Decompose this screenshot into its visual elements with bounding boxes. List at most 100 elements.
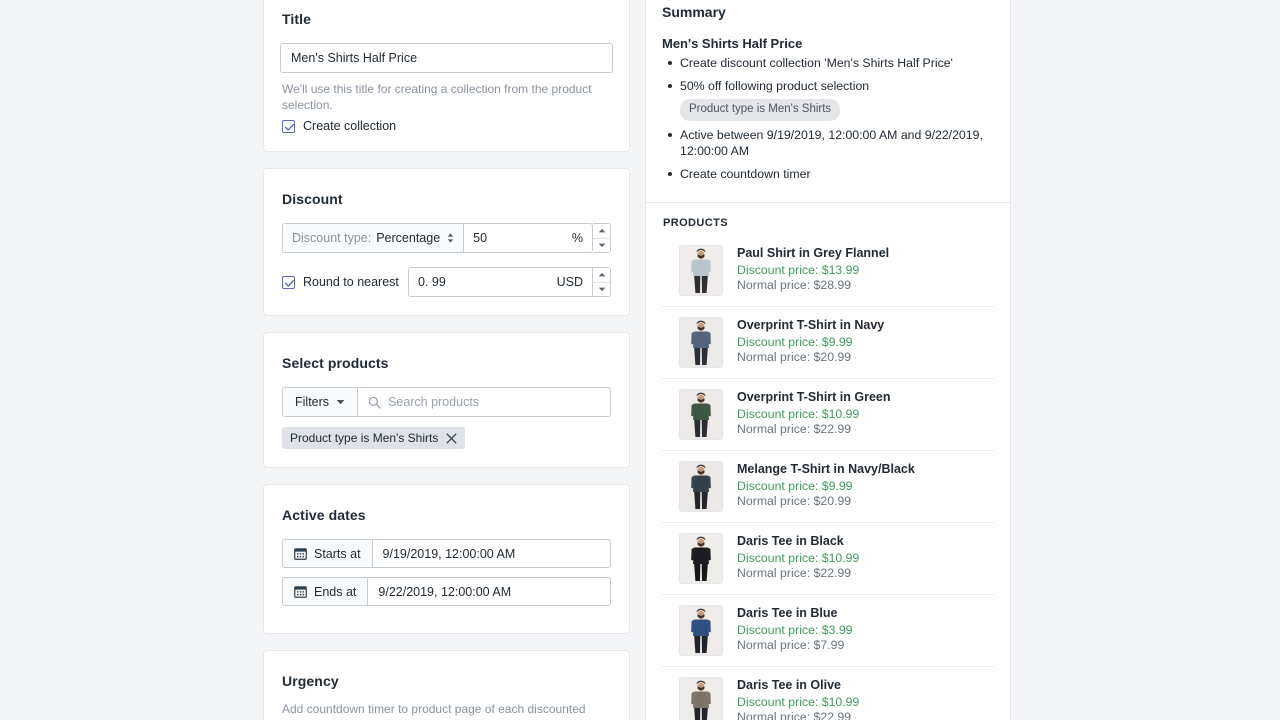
chevron-up-icon [598,229,605,233]
product-filter-row: Filters Search products [282,387,611,417]
ends-at-row: Ends at 9/22/2019, 12:00:00 AM [282,577,611,606]
stepper-up-button[interactable] [593,224,610,238]
product-thumbnail [679,245,723,296]
product-discount-price: Discount price: $3.99 [737,623,853,637]
product-row[interactable]: Melange T-Shirt in Navy/Black Discount pr… [662,450,994,522]
discount-amount-stepper[interactable] [593,223,611,253]
product-name: Melange T-Shirt in Navy/Black [737,462,915,476]
product-photo [680,390,722,439]
round-to-nearest-checkbox[interactable] [282,275,295,289]
urgency-card: Urgency Add countdown timer to product p… [263,650,630,720]
product-row[interactable]: Daris Tee in Blue Discount price: $3.99 No… [662,594,994,666]
title-card-heading: Title [282,11,312,27]
product-info: Overprint T-Shirt in Green Discount price… [737,389,891,437]
summary-heading: Summary [662,4,726,20]
select-products-heading: Select products [282,355,389,371]
product-normal-price: Normal price: $20.99 [737,350,852,364]
title-input[interactable]: Men's Shirts Half Price [280,43,613,73]
product-name: Overprint T-Shirt in Navy [737,318,885,332]
discount-amount-value: 50 [473,231,488,245]
ends-at-input[interactable]: 9/22/2019, 12:00:00 AM [367,577,611,606]
product-info: Daris Tee in Black Discount price: $10.99… [737,533,859,581]
product-discount-price: Discount price: $9.99 [737,335,853,349]
round-to-nearest-label: Round to nearest [303,275,399,289]
urgency-description: Add countdown timer to product page of e… [282,702,586,720]
summary-bullet-list: Create discount collection 'Men's Shirts… [662,55,994,182]
product-photo [680,678,722,720]
product-search-placeholder: Search products [388,395,480,409]
chevron-down-icon [598,243,605,247]
product-search-field[interactable]: Search products [358,387,611,417]
search-icon [368,396,381,409]
starts-at-label: Starts at [314,546,361,561]
discount-type-value: Percentage [376,231,441,245]
product-normal-price: Normal price: $28.99 [737,278,852,292]
close-icon[interactable] [446,433,457,444]
round-value-input[interactable]: 0. 99 USD [408,267,593,297]
create-collection-checkbox[interactable] [282,119,295,133]
product-row[interactable]: Overprint T-Shirt in Navy Discount price:… [662,306,994,378]
summary-bullet: Create discount collection 'Men's Shirts… [662,55,994,72]
summary-bullet-text: Create discount collection 'Men's Shirts… [680,56,953,70]
filters-button[interactable]: Filters [282,387,359,417]
discount-card: Discount Discount type: Percentage 50 % [263,168,630,316]
product-discount-price: Discount price: $10.99 [737,695,860,709]
summary-block: Summary Men's Shirts Half Price Create d… [646,0,1010,203]
product-normal-price: Normal price: $22.99 [737,710,852,720]
summary-bullet: Create countdown timer [662,166,994,183]
product-name: Overprint T-Shirt in Green [737,390,891,404]
ends-at-label-button[interactable]: Ends at [282,577,368,606]
round-value-group: 0. 99 USD [408,267,611,297]
starts-at-label-button[interactable]: Starts at [282,539,372,568]
round-stepper-down-button[interactable] [593,281,610,296]
calendar-icon [294,548,307,560]
summary-panel: Summary Men's Shirts Half Price Create d… [645,0,1011,720]
chevron-down-icon [336,400,345,405]
product-thumbnail [679,677,723,720]
product-discount-price: Discount price: $9.99 [737,479,853,493]
product-discount-price: Discount price: $13.99 [737,263,860,277]
chevron-up-icon [598,273,605,277]
product-photo [680,318,722,367]
product-info: Melange T-Shirt in Navy/Black Discount pr… [737,461,915,509]
create-collection-checkbox-row[interactable]: Create collection [282,119,613,133]
product-row[interactable]: Daris Tee in Olive Discount price: $10.99… [662,666,994,720]
product-normal-price: Normal price: $20.99 [737,494,852,508]
product-normal-price: Normal price: $22.99 [737,566,852,580]
ends-at-label: Ends at [314,584,357,599]
title-helptext: We'll use this title for creating a coll… [282,82,592,112]
summary-bullet-text: 50% off following product selection [680,78,870,93]
product-normal-price: Normal price: $7.99 [737,638,845,652]
applied-filter-tag[interactable]: Product type is Men's Shirts [282,427,466,449]
title-card: Title Men's Shirts Half Price We'll use … [263,0,630,152]
round-stepper-up-button[interactable] [593,268,610,282]
stepper-down-button[interactable] [593,237,610,252]
products-section-heading: PRODUCTS [663,217,728,229]
discount-amount-row: Discount type: Percentage 50 % [282,223,611,253]
starts-at-input[interactable]: 9/19/2019, 12:00:00 AM [371,539,611,568]
product-discount-price: Discount price: $10.99 [737,551,860,565]
product-name: Daris Tee in Olive [737,678,841,692]
product-thumbnail [679,461,723,512]
discount-card-heading: Discount [282,191,343,207]
summary-bullet-text: Create countdown timer [680,166,811,181]
summary-subheading: Men's Shirts Half Price [662,36,803,51]
product-name: Daris Tee in Black [737,534,844,548]
product-info: Paul Shirt in Grey Flannel Discount price… [737,245,889,293]
product-photo [680,606,722,655]
round-value-stepper[interactable] [593,267,611,297]
product-row[interactable]: Paul Shirt in Grey Flannel Discount price… [662,235,994,306]
discount-type-label: Discount type: [292,231,372,245]
starts-at-row: Starts at 9/19/2019, 12:00:00 AM [282,539,611,568]
round-value: 0. 99 [418,275,446,289]
discount-type-select[interactable]: Discount type: Percentage [282,223,464,253]
discount-amount-input[interactable]: 50 % [463,223,593,253]
summary-bullet-text: Active between 9/19/2019, 12:00:00 AM an… [680,127,983,159]
product-row[interactable]: Overprint T-Shirt in Green Discount price… [662,378,994,450]
calendar-icon [294,586,307,598]
product-thumbnail [679,389,723,440]
product-row[interactable]: Daris Tee in Black Discount price: $10.99… [662,522,994,594]
discount-builder-page: Title Men's Shirts Half Price We'll use … [0,0,1280,720]
product-info: Overprint T-Shirt in Navy Discount price:… [737,317,884,365]
product-info: Daris Tee in Blue Discount price: $3.99 No… [737,605,853,653]
